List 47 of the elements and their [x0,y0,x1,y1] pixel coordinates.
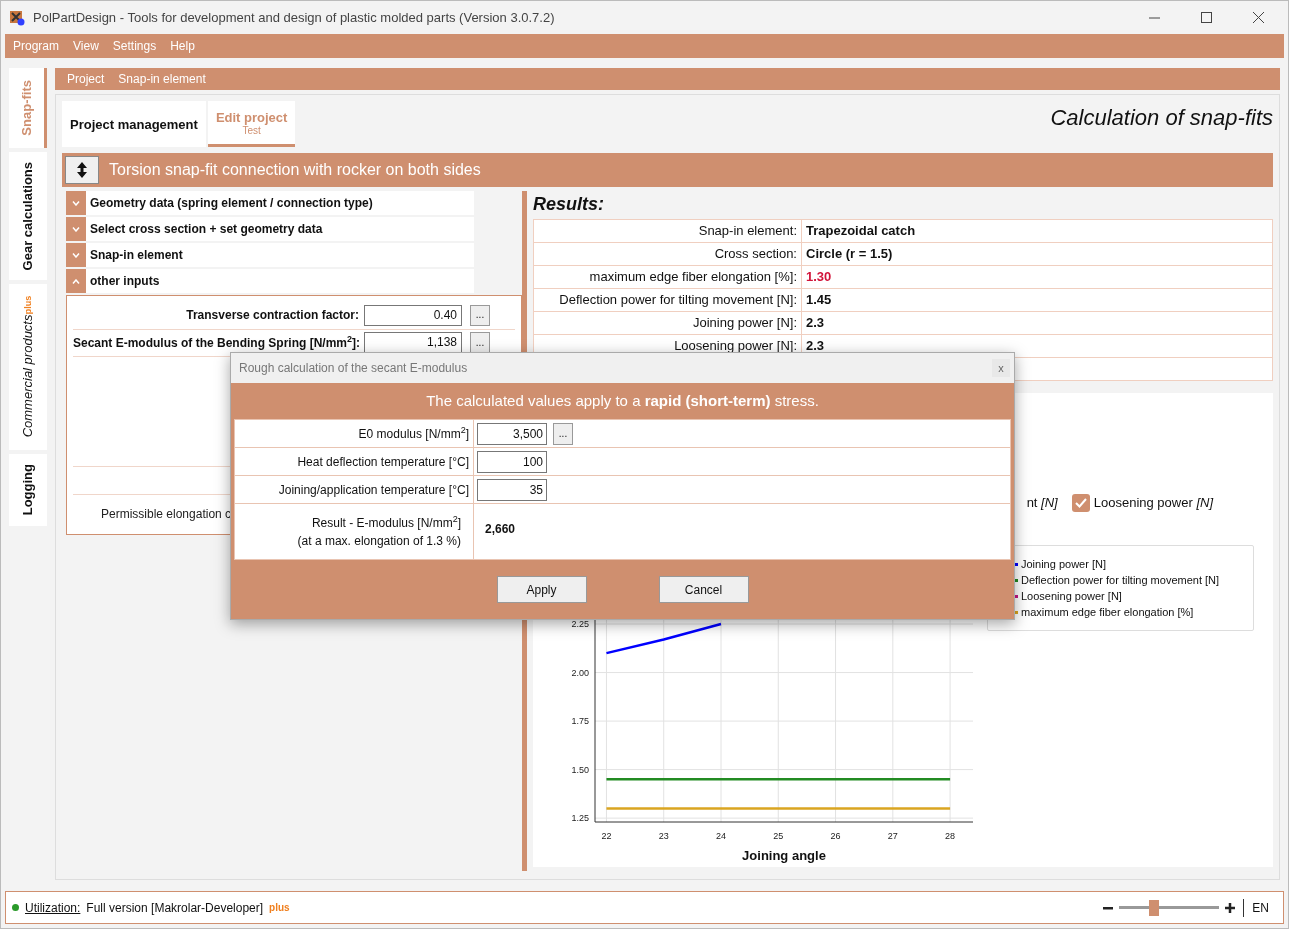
checkbox-label: Loosening power [N] [1093,494,1213,513]
x-tick-label: 27 [887,831,898,841]
field-label: E0 modulus [N/mm$^{2}$] [358,424,469,443]
dialog-notice: The calculated values apply to a rapid (short-term) stress. [426,390,819,411]
result-note: (at a max. elongation of 1.3 %) [297,532,461,550]
license-text: Full version [Makrolar-Developer] [86,899,264,917]
result-value: 2.3 [805,314,825,332]
x-tick-label: 22 [601,831,612,841]
x-tick-label: 24 [716,831,726,841]
results-title: Results: [533,193,605,216]
dialog-title: Rough calculation of the secant E-modulus [239,360,469,377]
legend-label: Joining power [N] [1021,556,1106,572]
y-tick-label: 1.50 [571,764,589,775]
result-label: Joining power [N]: [534,312,802,334]
legend-label: maximum edge fiber elongation [%] [1021,604,1194,620]
field-label: Heat deflection temperature [°C] [297,453,469,471]
y-tick-label: 2.00 [571,667,589,678]
x-tick-label: 28 [945,831,956,841]
result-value: 1.45 [805,291,832,309]
result-value: 2.3 [805,337,825,355]
result-value: 1.30 [805,268,832,286]
x-tick-label: 25 [773,831,784,841]
result-label: Cross section: [534,243,802,265]
window-title: PolPartDesign - Tools for development and design of plastic molded parts (Version 3.0.7.2) [33,8,555,27]
x-axis-title: Joining angle [742,848,826,863]
checkbox-label: nt [N] [1026,494,1058,513]
input-label: Transverse contraction factor: [185,307,360,325]
page-title: Calculation of snap-fits [1050,104,1273,132]
result-value: Circle (r = 1.5) [805,245,893,263]
legend-label: Deflection power for tilting movement [N] [1021,572,1220,588]
y-tick-label: 2.25 [571,619,589,630]
x-tick-label: 26 [830,831,841,841]
section-title: Torsion snap-fit connection with rocker on both sides [109,160,481,180]
legend-label: Loosening power [N] [1021,588,1122,604]
plus-label: plus [269,901,290,915]
result-value: Trapezoidal catch [805,222,916,240]
y-tick-label: 1.25 [571,813,589,824]
result-label: Snap-in element: [534,220,802,242]
result-label: Deflection power for tilting movement [N]: [534,289,802,311]
result-value: 2,660 [485,522,516,536]
field-label: Joining/application temperature [°C] [278,481,469,499]
x-tick-label: 23 [658,831,669,841]
input-label: Secant E-modulus of the Bending Spring [N/mm$^{2}$]: [73,333,362,352]
result-label: maximum edge fiber elongation [%]: [534,266,802,288]
input-label: Permissible elongation c [100,506,232,524]
y-tick-label: 1.75 [571,716,589,727]
result-label: Result - E-modulus [N/mm$^{2}$] [311,513,461,532]
